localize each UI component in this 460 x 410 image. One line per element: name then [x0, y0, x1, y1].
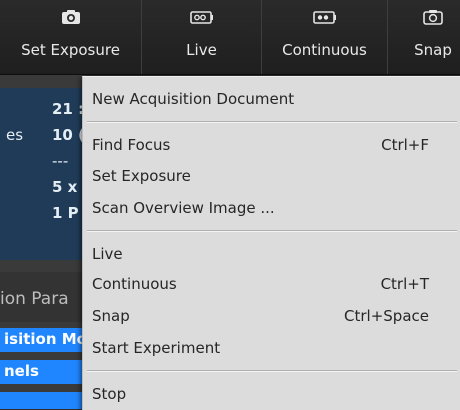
- acquisition-mode-tab[interactable]: isition Mo: [0, 328, 86, 352]
- summary-label: es: [6, 126, 24, 144]
- channels-label: nels: [4, 362, 39, 380]
- menu-separator: [87, 230, 457, 232]
- menu-item-label: Set Exposure: [92, 167, 191, 185]
- snap-button[interactable]: Snap: [388, 0, 460, 74]
- summary-value: 1 P: [52, 204, 79, 222]
- menu-item-label: Scan Overview Image ...: [92, 199, 275, 217]
- set-exposure-button[interactable]: Set Exposure: [0, 0, 141, 74]
- menu-item-find-focus[interactable]: Find Focus Ctrl+F: [83, 133, 460, 159]
- live-icon: [189, 7, 214, 27]
- menu-item-start-experiment[interactable]: Start Experiment: [83, 336, 460, 362]
- menu-item-label: Continuous: [92, 275, 177, 293]
- acquisition-parameters-header[interactable]: ion Para: [0, 272, 86, 322]
- acquisition-mode-label: isition Mo: [4, 330, 86, 348]
- summary-value: 5 x: [52, 178, 78, 196]
- acquisition-context-menu: New Acquisition Document Find Focus Ctrl…: [82, 76, 460, 410]
- menu-item-shortcut: Ctrl+Space: [344, 307, 429, 325]
- acquisition-toolbar: Set Exposure Live Continuous Snap: [0, 0, 460, 75]
- menu-item-label: New Acquisition Document: [92, 90, 295, 108]
- channels-tab[interactable]: nels: [0, 360, 86, 384]
- menu-item-live[interactable]: Live: [83, 242, 460, 268]
- menu-item-label: Start Experiment: [92, 339, 221, 357]
- continuous-button[interactable]: Continuous: [262, 0, 387, 74]
- menu-item-shortcut: Ctrl+T: [380, 275, 429, 293]
- menu-item-new-acquisition-document[interactable]: New Acquisition Document: [83, 87, 460, 113]
- menu-item-label: Snap: [92, 307, 130, 325]
- set-exposure-label: Set Exposure: [21, 41, 120, 59]
- menu-item-continuous[interactable]: Continuous Ctrl+T: [83, 272, 460, 298]
- summary-value: ---: [52, 152, 69, 170]
- menu-item-label: Live: [92, 245, 123, 263]
- summary-value: 10 (: [52, 126, 85, 144]
- menu-separator: [87, 121, 457, 123]
- continuous-icon: [312, 7, 337, 27]
- menu-item-label: Stop: [92, 385, 127, 403]
- menu-item-scan-overview-image[interactable]: Scan Overview Image ...: [83, 196, 460, 222]
- summary-value: 21 :: [52, 100, 85, 118]
- live-button[interactable]: Live: [142, 0, 261, 74]
- snap-label: Snap: [414, 41, 452, 59]
- menu-item-snap[interactable]: Snap Ctrl+Space: [83, 304, 460, 330]
- camera-icon: [61, 7, 81, 27]
- menu-item-set-exposure[interactable]: Set Exposure: [83, 164, 460, 190]
- snap-camera-icon: [423, 7, 443, 27]
- menu-item-label: Find Focus: [92, 136, 171, 154]
- live-label: Live: [186, 41, 217, 59]
- next-tab[interactable]: [0, 392, 86, 409]
- menu-item-shortcut: Ctrl+F: [381, 136, 429, 154]
- acquisition-parameters-label: ion Para: [0, 289, 69, 309]
- continuous-label: Continuous: [282, 41, 367, 59]
- menu-separator: [87, 370, 457, 372]
- menu-item-stop[interactable]: Stop: [83, 382, 460, 408]
